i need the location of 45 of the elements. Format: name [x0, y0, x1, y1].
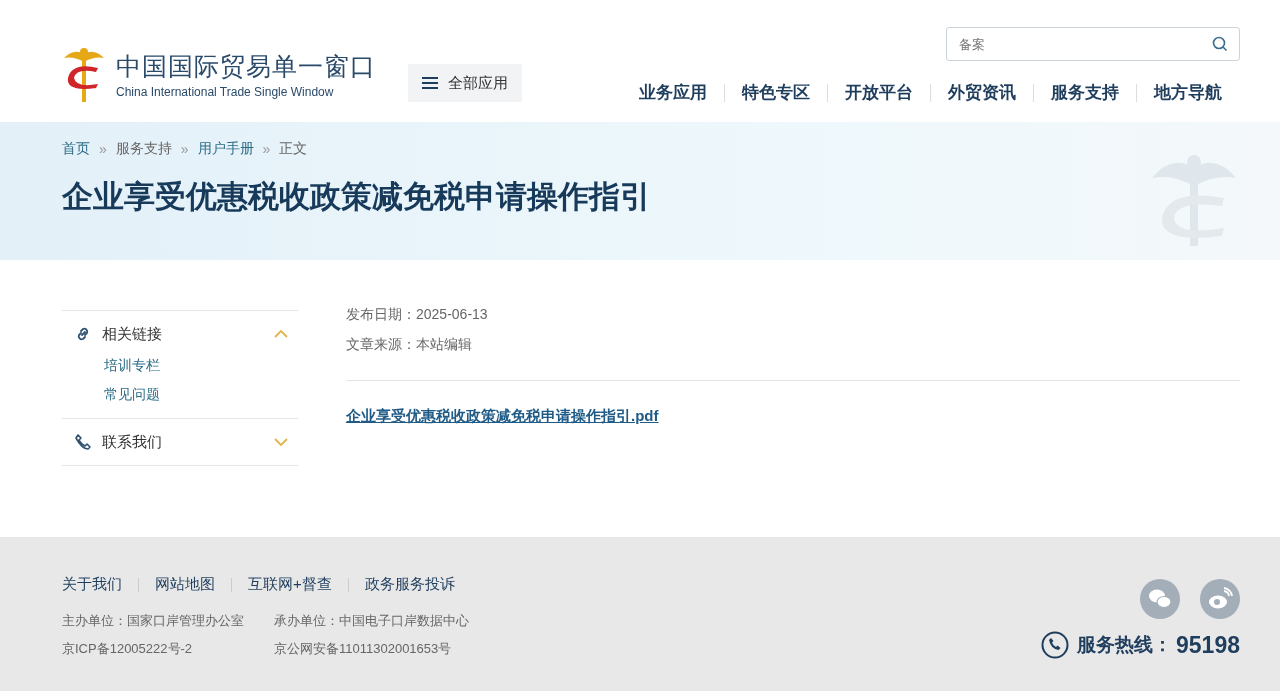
- nav-link[interactable]: 开放平台: [845, 81, 913, 104]
- sidebar-section-label: 联系我们: [102, 432, 162, 452]
- nav-link[interactable]: 外贸资讯: [948, 81, 1016, 104]
- footer-info-text: 京ICP备12005222号-2: [62, 640, 194, 658]
- sidebar-section-header[interactable]: 相关链接: [62, 311, 298, 357]
- chevron-icon: [274, 438, 288, 446]
- hotline-label: 服务热线：: [1077, 633, 1173, 657]
- footer-link[interactable]: 互联网+督查: [248, 575, 332, 594]
- chat-bubbles-icon[interactable]: [1140, 579, 1180, 619]
- footer-info-text: 京公网安备11011302001653号: [274, 640, 453, 658]
- footer-info-text: 主办单位：国家口岸管理办公室: [62, 612, 244, 630]
- nav-link[interactable]: 地方导航: [1154, 81, 1222, 104]
- phone-icon: [1041, 631, 1070, 659]
- site-subtitle: China International Trade Single Window: [116, 84, 335, 99]
- search-field[interactable]: 备案: [946, 27, 1240, 61]
- breadcrumb-link[interactable]: 用户手册: [197, 140, 254, 158]
- breadcrumb-link[interactable]: 首页: [62, 140, 90, 158]
- sidebar-section-header[interactable]: 联系我们: [62, 419, 298, 465]
- chevron-icon: [274, 330, 288, 338]
- search-icon: [1212, 36, 1228, 52]
- nav-link[interactable]: 业务应用: [639, 81, 707, 104]
- breadcrumb-separator: »: [99, 141, 107, 157]
- page-title: 企业享受优惠税收政策减免税申请操作指引: [62, 178, 652, 216]
- footer-link[interactable]: 政务服务投诉: [364, 575, 455, 594]
- breadcrumb-text: 正文: [279, 140, 308, 158]
- footer-info-text: 承办单位：中国电子口岸数据中心: [274, 612, 469, 630]
- menu-icon: [422, 77, 438, 89]
- footer-link[interactable]: 关于我们: [62, 575, 122, 594]
- article-meta: 发布日期：2025-06-13: [346, 306, 489, 324]
- eye-swirl-icon[interactable]: [1200, 579, 1240, 619]
- hotline-number: 95198: [1176, 631, 1240, 659]
- site-title: 中国国际贸易单一窗口: [116, 50, 376, 82]
- nav-link[interactable]: 服务支持: [1051, 81, 1119, 104]
- sidebar-section-label: 相关链接: [102, 324, 162, 344]
- phone-icon: [74, 433, 92, 451]
- sidebar-link[interactable]: 培训专栏: [104, 357, 298, 375]
- sidebar-link[interactable]: 常见问题: [104, 386, 298, 404]
- breadcrumb-separator: »: [180, 141, 189, 157]
- footer-link[interactable]: 网站地图: [155, 575, 215, 594]
- attachment-link[interactable]: 企业享受优惠税收政策减免税申请操作指引.pdf: [346, 407, 659, 424]
- nav-link[interactable]: 特色专区: [742, 81, 810, 104]
- breadcrumb-separator: »: [262, 141, 271, 157]
- breadcrumb-text: 服务支持: [115, 140, 172, 158]
- article-meta: 文章来源：本站编辑: [346, 336, 473, 354]
- all-apps-button[interactable]: 全部应用: [408, 64, 522, 102]
